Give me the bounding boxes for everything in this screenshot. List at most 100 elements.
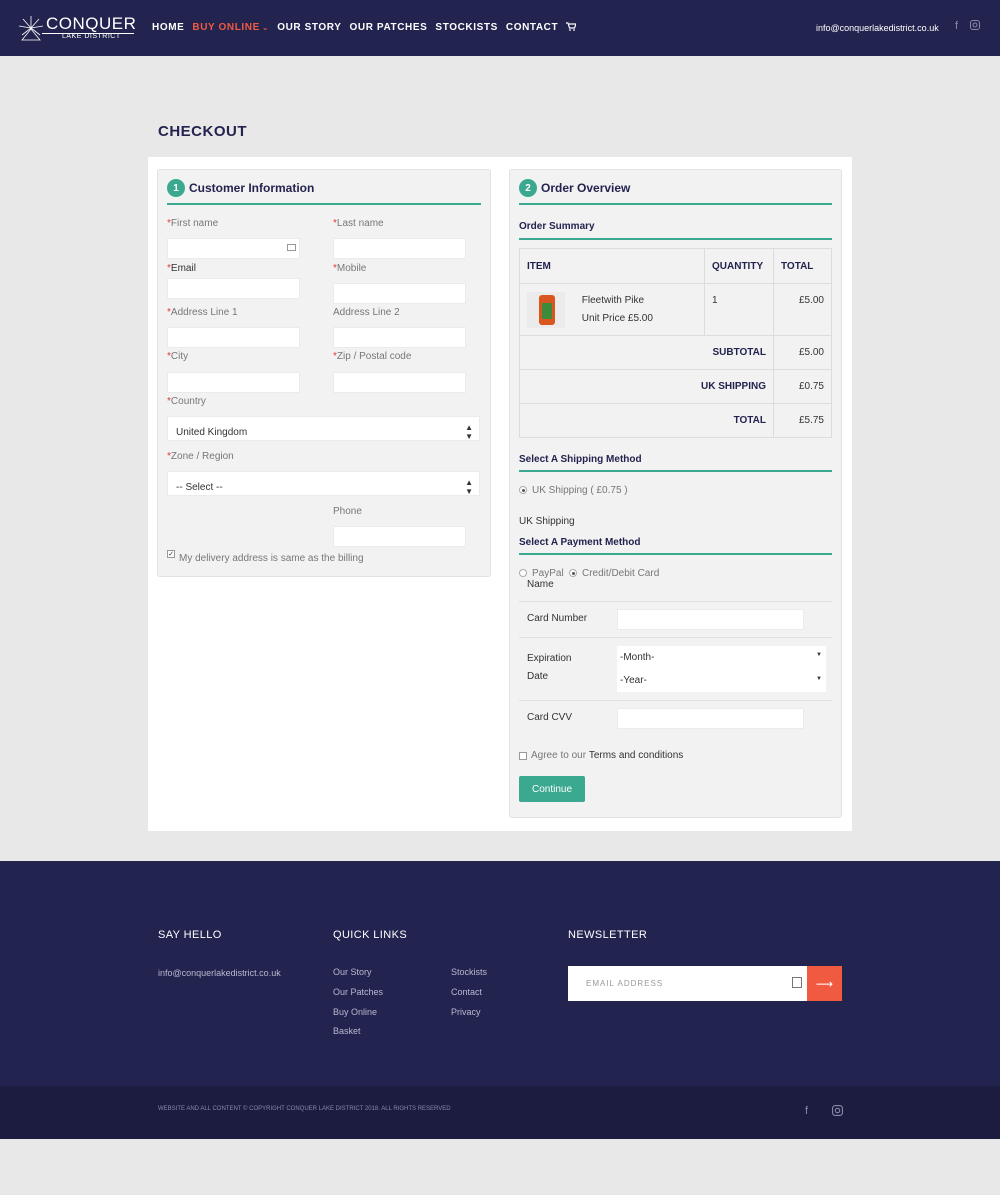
facebook-icon[interactable]: f	[805, 1105, 808, 1117]
zip-field[interactable]	[333, 372, 466, 393]
footer-bottom-bar	[0, 1086, 1000, 1139]
footer-link-privacy[interactable]: Privacy	[451, 1007, 481, 1017]
city-label: *City	[167, 351, 189, 362]
select-arrows-icon: ▲ ▼	[465, 478, 473, 496]
quick-links-heading: QUICK LINKS	[333, 929, 408, 941]
nav-our-patches[interactable]: OUR PATCHES	[350, 22, 428, 34]
nav-buy-online-label: BUY ONLINE	[192, 22, 260, 33]
footer-email-link[interactable]: info@conquerlakedistrict.co.uk	[158, 968, 281, 978]
column-header-item: ITEM	[519, 248, 705, 284]
site-footer	[0, 861, 1000, 1086]
brand-logo[interactable]: CONQUER LAKE DISTRICT	[18, 13, 136, 43]
shipping-row: UK SHIPPING £0.75	[519, 369, 832, 404]
nav-contact[interactable]: CONTACT	[506, 22, 558, 34]
mobile-field[interactable]	[333, 283, 466, 304]
footer-link-our-story[interactable]: Our Story	[333, 967, 372, 977]
newsletter-submit-button[interactable]: ⟶	[807, 966, 842, 1001]
divider	[519, 700, 832, 701]
card-cvv-field[interactable]	[617, 708, 804, 729]
shipping-radio[interactable]	[519, 486, 527, 495]
chevron-down-icon: ⌄	[261, 23, 270, 32]
contact-card-icon	[287, 244, 296, 251]
instagram-icon[interactable]	[832, 1105, 843, 1119]
instagram-icon[interactable]	[970, 20, 980, 33]
footer-link-buy-online[interactable]: Buy Online	[333, 1007, 377, 1017]
subtotal-value: £5.00	[773, 335, 832, 370]
footer-link-basket[interactable]: Basket	[333, 1026, 361, 1036]
continue-button[interactable]: Continue	[519, 776, 585, 802]
shipping-value: £0.75	[773, 369, 832, 404]
step-number: 1	[167, 179, 185, 197]
order-summary-heading: Order Summary	[519, 221, 595, 232]
expiration-selects: -Month- ▼ -Year- ▼	[617, 646, 826, 692]
address-line-1-field[interactable]	[167, 327, 300, 348]
quantity-cell: 1	[704, 283, 774, 336]
country-select[interactable]: United Kingdom ▲ ▼	[167, 416, 480, 441]
nav-buy-online[interactable]: BUY ONLINE ⌄	[192, 22, 269, 34]
first-name-field[interactable]	[167, 238, 300, 259]
total-row: TOTAL £5.75	[519, 403, 832, 438]
nav-home[interactable]: HOME	[152, 22, 184, 34]
customer-information-title: Customer Information	[189, 181, 315, 195]
item-cell: Fleetwith Pike Unit Price £5.00	[519, 283, 705, 336]
month-select[interactable]: -Month-	[620, 652, 654, 663]
terms-checkbox[interactable]	[519, 751, 527, 760]
phone-label: Phone	[333, 506, 362, 517]
product-name[interactable]: Fleetwith Pike	[582, 295, 644, 306]
facebook-icon[interactable]: f	[955, 20, 958, 32]
contact-card-icon	[792, 977, 802, 988]
total-value: £5.75	[773, 403, 832, 438]
zone-select[interactable]: -- Select -- ▲ ▼	[167, 471, 480, 496]
payment-option-card[interactable]: Credit/Debit Card	[569, 568, 659, 579]
shipping-option[interactable]: UK Shipping ( £0.75 )	[519, 485, 628, 496]
zone-selected-value: -- Select --	[176, 482, 223, 493]
shipping-label: UK SHIPPING	[519, 369, 774, 404]
header-email-link[interactable]: info@conquerlakedistrict.co.uk	[816, 23, 939, 33]
last-name-field[interactable]	[333, 238, 466, 259]
newsletter-email-input[interactable]: EMAIL ADDRESS	[568, 966, 807, 1001]
same-address-checkbox[interactable]: ✓	[167, 549, 175, 558]
nav-our-story[interactable]: OUR STORY	[277, 22, 341, 34]
line-total-cell: £5.00	[773, 283, 832, 336]
footer-link-contact[interactable]: Contact	[451, 987, 482, 997]
newsletter-heading: NEWSLETTER	[568, 929, 648, 941]
product-unit-price: Unit Price £5.00	[581, 312, 653, 324]
patch-image	[539, 294, 555, 325]
country-label: *Country	[167, 396, 206, 407]
table-header-row: ITEM QUANTITY TOTAL	[519, 248, 832, 284]
phone-field[interactable]	[333, 526, 466, 547]
column-header-total: TOTAL	[773, 248, 832, 284]
card-radio[interactable]	[569, 569, 577, 578]
order-summary-table: ITEM QUANTITY TOTAL Fleetwith Pike Unit …	[519, 248, 832, 438]
expiration-label: Expiration Date	[527, 653, 572, 682]
same-address-label: My delivery address is same as the billi…	[179, 553, 364, 564]
order-overview-heading: 2 Order Overview	[519, 179, 630, 197]
mobile-label: *Mobile	[333, 263, 367, 274]
terms-option: Agree to our Terms and conditions	[519, 750, 683, 761]
shipping-option-label: UK Shipping ( £0.75 )	[532, 485, 628, 496]
shipping-method-heading: Select A Shipping Method	[519, 454, 642, 465]
main-nav: HOME BUY ONLINE ⌄ OUR STORY OUR PATCHES S…	[152, 22, 584, 34]
paypal-radio[interactable]	[519, 569, 527, 578]
terms-link[interactable]: Terms and conditions	[589, 750, 684, 761]
city-field[interactable]	[167, 372, 300, 393]
brand-name: CONQUER	[46, 14, 137, 33]
product-thumbnail[interactable]	[527, 291, 565, 328]
email-label: *Email	[167, 263, 196, 274]
footer-link-stockists[interactable]: Stockists	[451, 967, 487, 977]
section-rule	[519, 470, 832, 472]
email-field[interactable]	[167, 278, 300, 299]
address-line-2-field[interactable]	[333, 327, 466, 348]
subtotal-row: SUBTOTAL £5.00	[519, 335, 832, 370]
year-select[interactable]: -Year-	[620, 675, 647, 686]
card-number-field[interactable]	[617, 609, 804, 630]
say-hello-heading: SAY HELLO	[158, 929, 222, 941]
section-rule	[167, 203, 481, 205]
cart-icon[interactable]	[566, 22, 578, 34]
section-rule	[519, 553, 832, 555]
footer-link-our-patches[interactable]: Our Patches	[333, 987, 383, 997]
same-address-option[interactable]: ✓ My delivery address is same as the bil…	[167, 548, 364, 564]
order-overview-title: Order Overview	[541, 181, 631, 195]
payment-option-paypal[interactable]: PayPal	[519, 568, 564, 579]
nav-stockists[interactable]: STOCKISTS	[435, 22, 497, 34]
